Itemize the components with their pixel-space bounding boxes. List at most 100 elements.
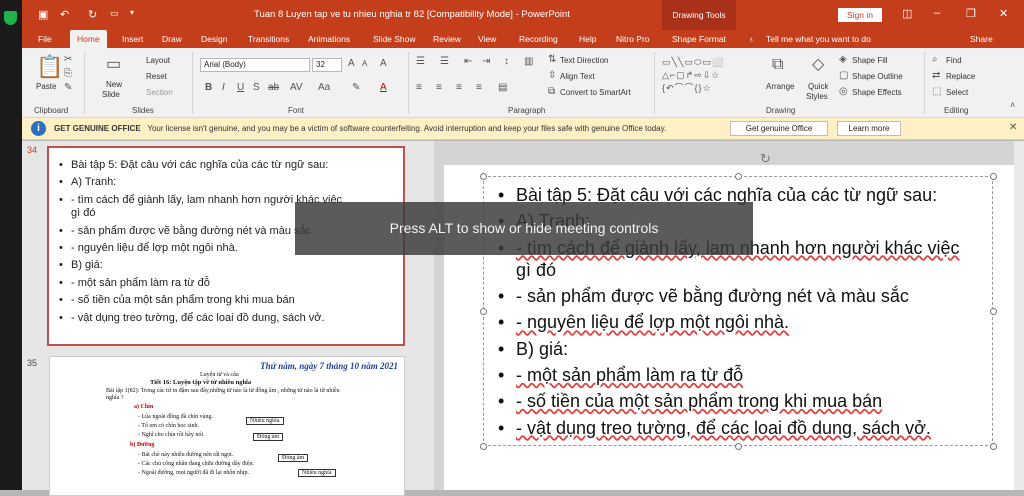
shape-effects-icon[interactable]: ◎	[839, 86, 848, 97]
line-spacing-icon[interactable]: ↕	[504, 56, 509, 67]
new-slide-icon[interactable]: ▭	[106, 54, 121, 74]
copy-icon[interactable]: ⎘	[64, 68, 72, 79]
sign-in-button[interactable]: Sign in	[838, 8, 882, 22]
numbering-icon[interactable]: ☰	[440, 56, 449, 67]
highlight-icon[interactable]: ✎	[352, 82, 360, 93]
vertical-scrollbar[interactable]	[1014, 141, 1024, 490]
ribbon-display-icon[interactable]: ◫	[902, 7, 912, 20]
select-icon[interactable]: ⬚	[932, 86, 941, 97]
select-button[interactable]: Select	[946, 88, 968, 97]
start-slideshow-icon[interactable]: ▭	[110, 8, 119, 19]
arrange-icon[interactable]: ⧉	[772, 56, 783, 74]
resize-handle[interactable]	[480, 173, 487, 180]
strikethrough-icon[interactable]: ab	[268, 82, 279, 93]
tab-nitro-pro[interactable]: Nitro Pro	[616, 34, 650, 44]
tab-shape-format[interactable]: Shape Format	[672, 34, 726, 44]
undo-icon[interactable]: ↶	[60, 8, 69, 21]
decrease-indent-icon[interactable]: ⇤	[464, 56, 472, 67]
bold-icon[interactable]: B	[205, 82, 212, 93]
tab-view[interactable]: View	[478, 34, 496, 44]
tab-recording[interactable]: Recording	[519, 34, 558, 44]
tell-me-search[interactable]: Tell me what you want to do	[766, 34, 871, 44]
learn-more-button[interactable]: Learn more	[837, 121, 901, 136]
replace-button[interactable]: Replace	[946, 72, 975, 81]
reset-button[interactable]: Reset	[146, 72, 167, 81]
new-slide-button[interactable]: New	[106, 80, 122, 89]
new-slide-button-line2[interactable]: Slide	[102, 90, 120, 99]
shape-outline-button[interactable]: Shape Outline	[852, 72, 903, 81]
clear-formatting-icon[interactable]: A	[380, 58, 387, 69]
customize-qat-icon[interactable]: ▾	[130, 8, 134, 17]
resize-handle[interactable]	[735, 173, 742, 180]
grow-font-icon[interactable]: A	[348, 58, 355, 69]
shadow-icon[interactable]: S	[253, 82, 260, 93]
resize-handle[interactable]	[480, 308, 487, 315]
text-direction-icon[interactable]: ⇅	[548, 54, 556, 65]
resize-handle[interactable]	[735, 443, 742, 450]
shape-fill-icon[interactable]: ◈	[839, 54, 847, 65]
change-case-icon[interactable]: Aa	[318, 82, 330, 93]
save-icon[interactable]: ▣	[38, 8, 48, 21]
arrange-button[interactable]: Arrange	[766, 82, 794, 91]
font-color-icon[interactable]: A	[380, 82, 387, 93]
resize-handle[interactable]	[480, 443, 487, 450]
cut-icon[interactable]: ✂	[64, 54, 72, 65]
tab-design[interactable]: Design	[201, 34, 227, 44]
quick-styles-button[interactable]: Quick	[808, 82, 828, 91]
resize-handle[interactable]	[990, 173, 997, 180]
text-direction-button[interactable]: Text Direction	[560, 56, 608, 65]
align-text-button[interactable]: Align Text	[560, 72, 595, 81]
shape-fill-button[interactable]: Shape Fill	[852, 56, 888, 65]
justify-icon[interactable]: ≡	[476, 82, 482, 93]
replace-icon[interactable]: ⇄	[932, 70, 940, 81]
smartart-icon[interactable]: ⧉	[548, 86, 555, 97]
underline-icon[interactable]: U	[237, 82, 244, 93]
share-button[interactable]: Share	[970, 34, 993, 44]
tab-review[interactable]: Review	[433, 34, 461, 44]
close-icon[interactable]: ✕	[999, 7, 1008, 20]
redo-icon[interactable]: ↻	[88, 8, 97, 21]
rotate-handle-icon[interactable]: ↻	[760, 151, 771, 167]
section-button[interactable]: Section	[146, 88, 173, 97]
bullets-icon[interactable]: ☰	[416, 56, 425, 67]
find-button[interactable]: Find	[946, 56, 962, 65]
tab-insert[interactable]: Insert	[122, 34, 143, 44]
align-left-icon[interactable]: ≡	[416, 82, 422, 93]
quick-styles-icon[interactable]: ◇	[812, 54, 824, 74]
resize-handle[interactable]	[990, 443, 997, 450]
columns-icon[interactable]: ▥	[524, 56, 533, 67]
shape-outline-icon[interactable]: ▢	[839, 70, 848, 81]
tab-help[interactable]: Help	[579, 34, 596, 44]
tab-transitions[interactable]: Transitions	[248, 34, 289, 44]
find-icon[interactable]: ⌕	[932, 54, 938, 65]
align-right-icon[interactable]: ≡	[456, 82, 462, 93]
minimize-icon[interactable]: –	[934, 7, 940, 19]
paste-icon[interactable]: 📋	[36, 54, 63, 80]
character-spacing-icon[interactable]: AV	[290, 82, 303, 93]
get-genuine-button[interactable]: Get genuine Office	[730, 121, 828, 136]
shapes-gallery[interactable]: ▭╲╲▭⬭▭⬜ △⌐▢↱⇨⇩☆ {↶⌒⌒{}☆	[662, 56, 760, 98]
collapse-ribbon-icon[interactable]: ˄	[1010, 100, 1015, 110]
increase-indent-icon[interactable]: ⇥	[482, 56, 490, 67]
layout-button[interactable]: Layout	[146, 56, 170, 65]
align-center-icon[interactable]: ≡	[436, 82, 442, 93]
format-painter-icon[interactable]: ✎	[64, 82, 72, 93]
restore-icon[interactable]: ❐	[966, 7, 976, 20]
align-text-icon[interactable]: ⇳	[548, 70, 556, 81]
tab-home[interactable]: Home	[70, 30, 107, 48]
shape-effects-button[interactable]: Shape Effects	[852, 88, 902, 97]
quick-styles-button-line2[interactable]: Styles	[806, 92, 828, 101]
italic-icon[interactable]: I	[222, 82, 225, 93]
tab-file[interactable]: File	[38, 34, 52, 44]
tab-slide-show[interactable]: Slide Show	[373, 34, 416, 44]
convert-smartart-button[interactable]: Convert to SmartArt	[560, 88, 631, 97]
paste-button[interactable]: Paste	[36, 82, 56, 91]
tab-animations[interactable]: Animations	[308, 34, 350, 44]
close-notice-icon[interactable]: ✕	[1009, 122, 1017, 133]
font-size-select[interactable]: 32	[312, 58, 342, 72]
font-family-select[interactable]: Arial (Body)	[200, 58, 310, 72]
resize-handle[interactable]	[990, 308, 997, 315]
slide-thumbnail-35[interactable]: Thứ năm, ngày 7 tháng 10 năm 2021 Luyện …	[49, 356, 405, 496]
column-icon[interactable]: ▤	[498, 82, 507, 93]
shrink-font-icon[interactable]: A	[362, 59, 367, 68]
